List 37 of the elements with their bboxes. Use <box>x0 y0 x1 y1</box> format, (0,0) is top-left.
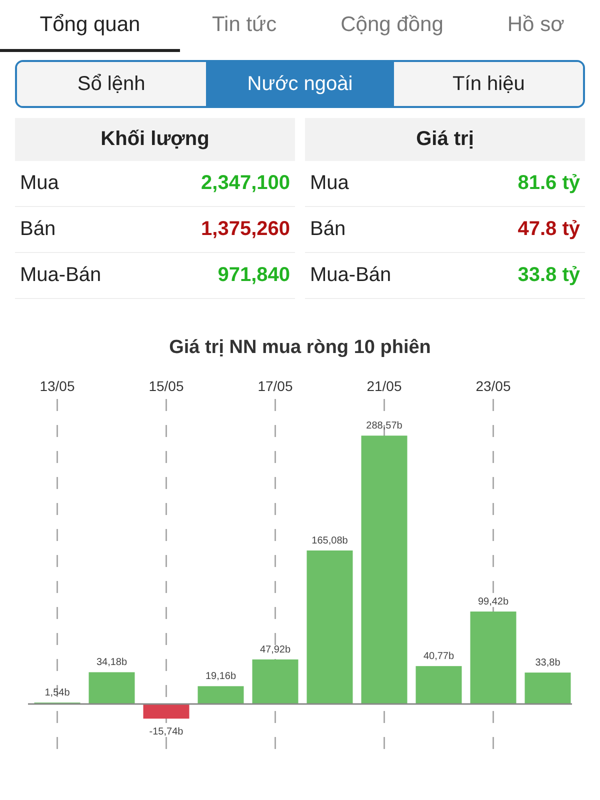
bar-value-label: 33,8b <box>535 658 560 669</box>
segment-button[interactable]: Nước ngoài <box>206 62 394 106</box>
row-label: Mua-Bán <box>20 264 102 287</box>
bar-value-label: 19,16b <box>205 671 236 682</box>
table-header: Giá trị <box>305 118 585 161</box>
segment-button[interactable]: Tín hiệu <box>394 62 583 106</box>
bar-value-label: 34,18b <box>96 657 128 668</box>
axis-label: 13/05 <box>40 378 75 394</box>
row-label: Mua-Bán <box>310 264 392 287</box>
bar-value-label: 40,77b <box>423 651 454 662</box>
bar-value-label: 165,08b <box>312 535 348 546</box>
segment-button[interactable]: Sổ lệnh <box>17 62 206 106</box>
row-value: 971,840 <box>218 264 290 287</box>
row-value: 47.8 tỷ <box>518 218 580 241</box>
table-header: Khối lượng <box>15 118 295 161</box>
bar-value-label: 288,57b <box>366 420 402 432</box>
row-label: Bán <box>310 218 346 241</box>
axis-label: 17/05 <box>258 378 293 394</box>
axis-label: 21/05 <box>366 378 402 394</box>
tab[interactable]: Tổng quan <box>0 0 180 52</box>
row-label: Mua <box>20 172 59 195</box>
bar-value-label: 47,92b <box>260 644 291 656</box>
row-value: 1,375,260 <box>201 218 290 241</box>
axis-label: 23/05 <box>476 378 511 394</box>
bar-value-label: -15,74b <box>149 726 184 738</box>
tab[interactable]: Cộng đồng <box>308 0 476 52</box>
bar-value-label: 99,42b <box>478 596 509 608</box>
chart-title: Giá trị NN mua ròng 10 phiên <box>168 337 432 359</box>
axis-label: 15/05 <box>148 378 184 394</box>
tab[interactable]: Tin tức <box>180 0 309 52</box>
tab[interactable]: Hồ sơ <box>475 0 564 52</box>
row-value: 2,347,100 <box>201 172 290 195</box>
bar-value-label: 1,54b <box>44 688 70 699</box>
row-label: Mua <box>310 172 349 195</box>
row-label: Bán <box>20 218 56 241</box>
row-value: 81.6 tỷ <box>518 172 580 195</box>
row-value: 33.8 tỷ <box>518 264 580 287</box>
